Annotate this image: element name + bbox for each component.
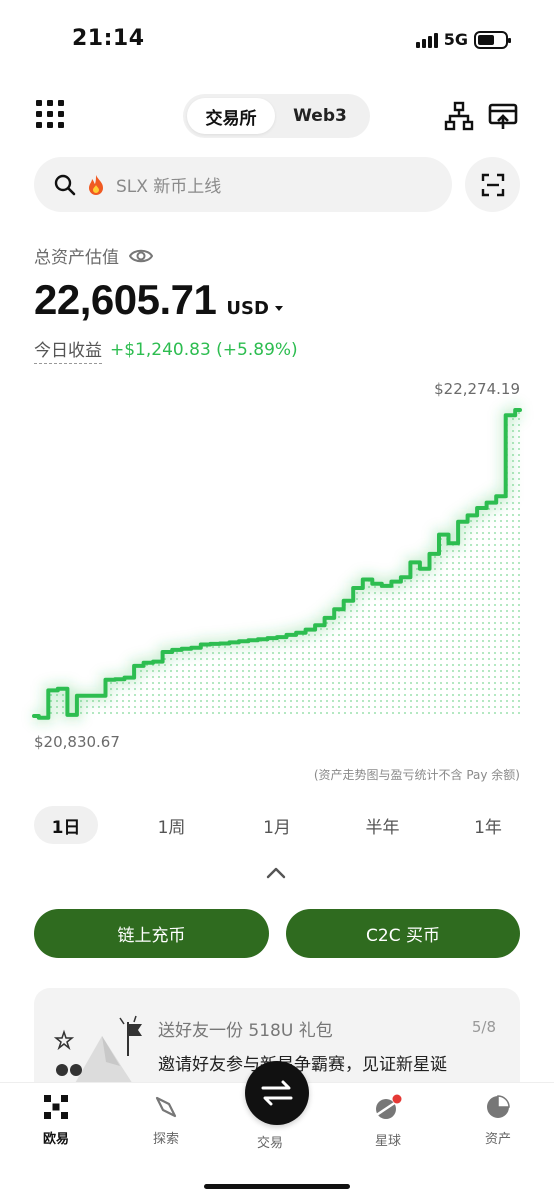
- tab-assets-label: 资产: [484, 1132, 511, 1147]
- planet-icon: [374, 1094, 402, 1119]
- org-tree-icon[interactable]: [444, 101, 474, 131]
- balance-label: 总资产估值: [34, 248, 119, 268]
- asset-chart[interactable]: [0, 380, 554, 760]
- compass-icon: [155, 1096, 177, 1118]
- eye-icon[interactable]: [129, 247, 153, 265]
- tab-planet-label: 星球: [374, 1134, 401, 1149]
- chevron-up-icon[interactable]: [265, 866, 287, 880]
- search-bar[interactable]: SLX 新币上线: [34, 157, 452, 212]
- pnl-value: +$1,240.83 (+5.89%): [110, 340, 298, 360]
- tab-explore[interactable]: 探索: [126, 1094, 206, 1147]
- tab-home-label: 欧易: [42, 1132, 69, 1147]
- currency-label: USD: [226, 298, 269, 319]
- swap-arrows-icon: [261, 1080, 293, 1106]
- menu-grid-icon[interactable]: [36, 100, 64, 128]
- battery-icon: [474, 30, 511, 49]
- range-1d[interactable]: 1日: [34, 806, 98, 844]
- range-tabs: 1日 1周 1月 半年 1年: [34, 806, 520, 844]
- status-time: 21:14: [72, 26, 145, 51]
- transfer-card-icon[interactable]: [488, 101, 518, 131]
- promo-title: 送好友一份 518U 礼包: [158, 1021, 333, 1041]
- chart-min-label: $20,830.67: [34, 733, 120, 751]
- range-6m[interactable]: 半年: [351, 806, 415, 844]
- balance-value: 22,605.71: [34, 276, 217, 323]
- trade-button[interactable]: [245, 1061, 309, 1125]
- tab-planet[interactable]: 星球: [348, 1094, 428, 1149]
- tab-assets[interactable]: 资产: [458, 1094, 538, 1147]
- network-type: 5G: [443, 30, 468, 49]
- c2c-buy-button[interactable]: C2C 买币: [286, 909, 520, 958]
- tab-explore-label: 探索: [152, 1132, 179, 1147]
- tab-exchange[interactable]: 交易所: [187, 98, 275, 134]
- promo-page-indicator: 5/8: [471, 1018, 496, 1036]
- chart-note: (资产走势图与盈亏统计不含 Pay 余额): [313, 768, 520, 782]
- range-1m[interactable]: 1月: [245, 806, 309, 844]
- pnl-label[interactable]: 今日收益: [34, 336, 102, 364]
- tab-trade-label[interactable]: 交易: [257, 1132, 283, 1151]
- scan-icon: [481, 173, 504, 196]
- range-1w[interactable]: 1周: [140, 806, 204, 844]
- fire-icon: [89, 174, 103, 195]
- home-indicator: [204, 1184, 350, 1189]
- balance-label-row: 总资产估值: [34, 243, 153, 268]
- pie-chart-icon: [487, 1095, 510, 1118]
- tab-web3[interactable]: Web3: [275, 98, 365, 134]
- mode-switcher: 交易所 Web3: [183, 94, 370, 138]
- chart-max-label: $22,274.19: [434, 380, 520, 398]
- pnl-row: 今日收益 +$1,240.83 (+5.89%): [34, 336, 298, 364]
- status-indicators: 5G: [415, 30, 511, 49]
- chart-area-fill: [34, 410, 520, 718]
- scan-button[interactable]: [465, 157, 520, 212]
- signal-icon: [415, 32, 438, 48]
- promo-description: 邀请好友参与新星争霸赛，见证新星诞: [158, 1055, 447, 1075]
- tab-home[interactable]: 欧易: [16, 1094, 96, 1147]
- caret-down-icon: [274, 306, 283, 311]
- search-icon: [54, 174, 76, 195]
- balance-row: 22,605.71 USD: [34, 276, 283, 324]
- search-input[interactable]: SLX 新币上线: [116, 172, 221, 197]
- currency-selector[interactable]: USD: [226, 298, 283, 319]
- okx-logo-icon: [44, 1095, 68, 1119]
- range-1y[interactable]: 1年: [456, 806, 520, 844]
- deposit-button[interactable]: 链上充币: [34, 909, 269, 958]
